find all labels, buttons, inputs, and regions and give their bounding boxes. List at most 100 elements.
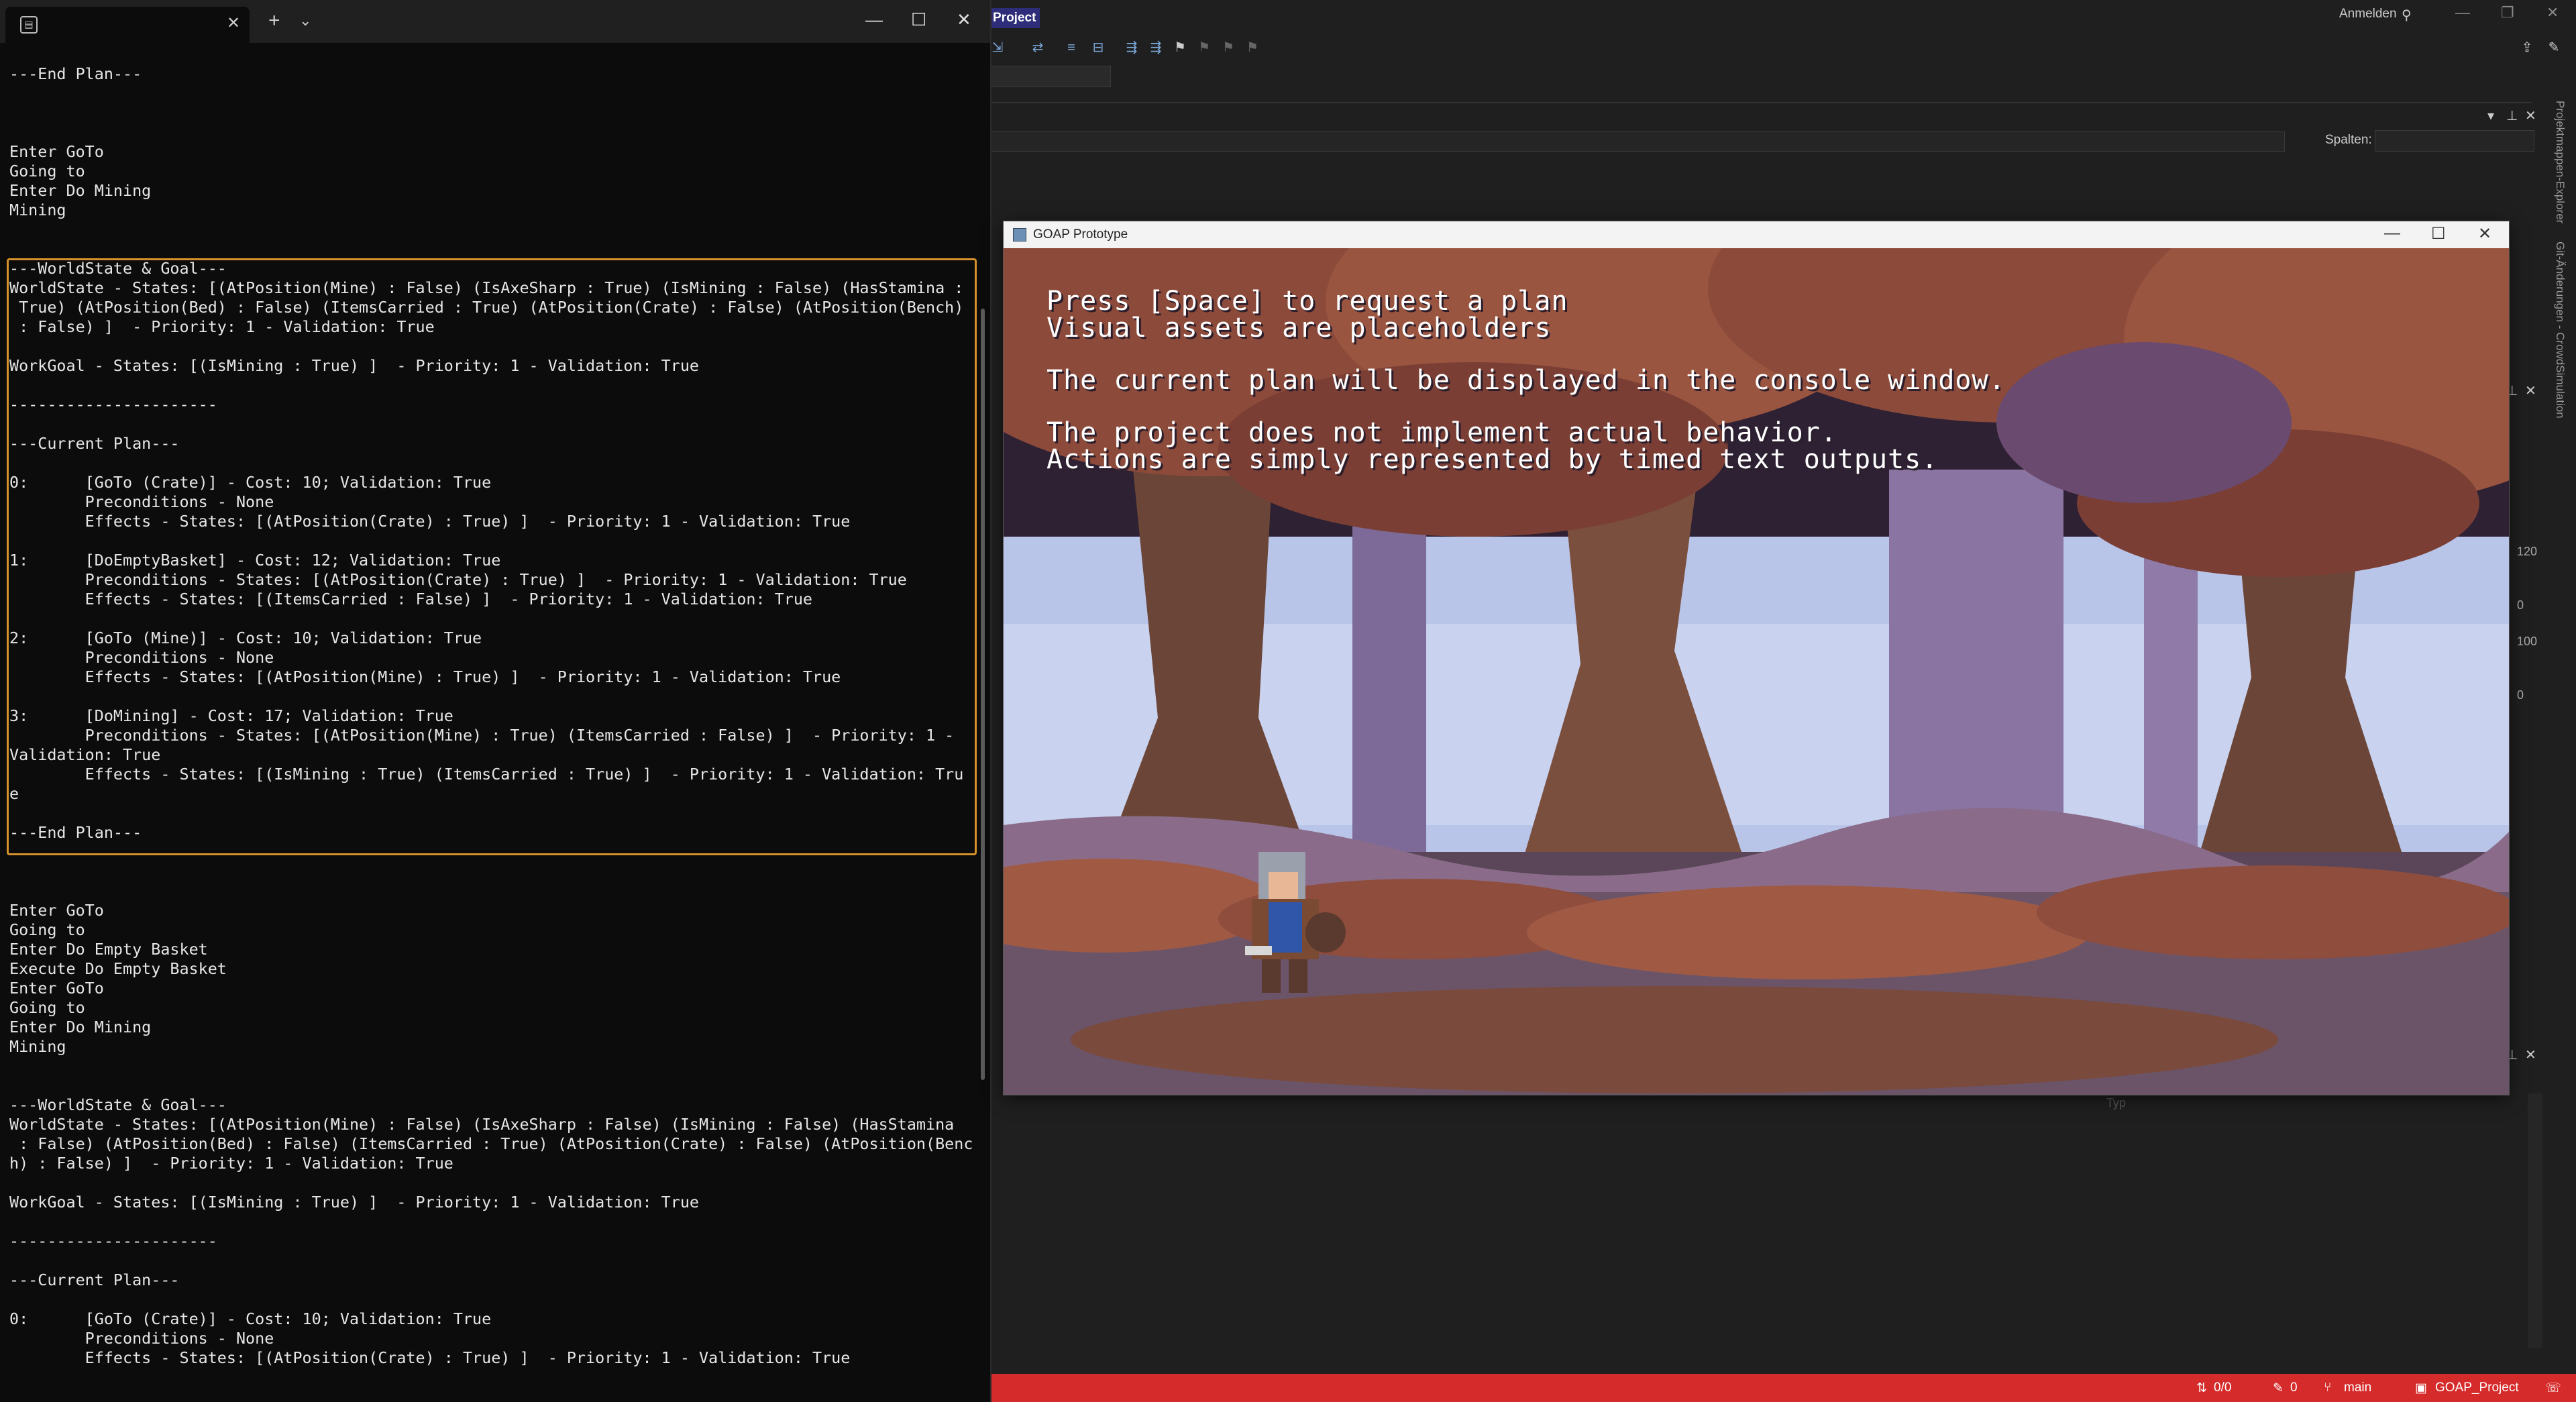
console-line: Preconditions - States: [(AtPosition(Min…: [9, 726, 955, 745]
console-line: WorldState - States: [(AtPosition(Mine) …: [9, 278, 964, 297]
console-line: ---End Plan---: [9, 823, 142, 842]
terminal-maximize-button[interactable]: ☐: [911, 9, 926, 30]
ide-restore-button[interactable]: ❐: [2501, 4, 2514, 21]
panel2-close-icon[interactable]: ✕: [2525, 382, 2536, 399]
ide-close-button[interactable]: ✕: [2546, 4, 2559, 21]
bookmark-prev-icon[interactable]: ⚑: [1195, 39, 1213, 56]
console-line: ---Current Plan---: [9, 434, 180, 453]
share-icon[interactable]: ⇪: [2518, 39, 2536, 56]
console-line: Preconditions - None: [9, 492, 274, 511]
game-close-button[interactable]: ✕: [2478, 224, 2491, 244]
config-dropdown[interactable]: [989, 66, 1111, 87]
bookmark-clear-icon[interactable]: ⚑: [1244, 39, 1261, 56]
console-line: 1: [DoEmptyBasket] - Cost: 12; Validatio…: [9, 551, 501, 570]
repo-icon[interactable]: ▣: [2415, 1381, 2427, 1396]
console-line: True) (AtPosition(Bed) : False) (ItemsCa…: [9, 298, 964, 317]
panel-close-icon[interactable]: ✕: [2525, 107, 2536, 124]
columns-label: Spalten:: [2325, 133, 2372, 147]
game-maximize-button[interactable]: ☐: [2431, 224, 2446, 244]
uncomment-icon[interactable]: ⇶: [1147, 39, 1165, 56]
game-minimize-button[interactable]: —: [2384, 224, 2400, 243]
console-line: 3: [DoMining] - Cost: 17; Validation: Tr…: [9, 706, 453, 725]
ide-toolbar: ⇲ ⇄ ≡ ⊟ ⇶ ⇶ ⚑ ⚑ ⚑ ⚑ ⇪ ✎: [989, 35, 2576, 62]
console-line: Execute Do Empty Basket: [9, 959, 227, 978]
editor-nav-bar[interactable]: [989, 131, 2285, 152]
panel3-close-icon[interactable]: ✕: [2525, 1046, 2536, 1063]
divider: [989, 102, 2532, 103]
branch-icon[interactable]: ⑂: [2324, 1381, 2331, 1395]
new-tab-plus-icon[interactable]: +: [268, 11, 280, 31]
account-icon[interactable]: ⚲: [2402, 7, 2412, 23]
edits-count[interactable]: 0: [2290, 1381, 2298, 1395]
panel-pin-icon[interactable]: ⊥: [2506, 107, 2518, 124]
console-line: WorkGoal - States: [(IsMining : True) ] …: [9, 356, 700, 375]
terminal-close-button[interactable]: ✕: [957, 9, 971, 30]
side-tab-git-changes[interactable]: Git-Änderungen - CrowdSimulation: [2549, 241, 2567, 443]
edit-icon[interactable]: ✎: [2273, 1381, 2284, 1396]
console-line: Enter GoTo: [9, 142, 104, 161]
project-name[interactable]: GOAP_Project: [2435, 1381, 2519, 1395]
changes-icon[interactable]: ⇅: [2196, 1381, 2207, 1396]
changes-count[interactable]: 0/0: [2214, 1381, 2231, 1395]
console-line: : False) (AtPosition(Bed) : False) (Item…: [9, 1134, 973, 1153]
console-line: Effects - States: [(AtPosition(Mine) : T…: [9, 667, 841, 686]
console-line: WorldState - States: [(AtPosition(Mine) …: [9, 1115, 955, 1134]
console-line: ---Current Plan---: [9, 1271, 180, 1289]
output-scrollbar[interactable]: [2528, 1093, 2542, 1348]
terminal-minimize-button[interactable]: —: [865, 9, 883, 30]
console-line: Effects - States: [(AtPosition(Crate) : …: [9, 1348, 851, 1367]
comment-icon[interactable]: ⇶: [1123, 39, 1140, 56]
console-line: 0: [GoTo (Crate)] - Cost: 10; Validation…: [9, 473, 492, 492]
axis-value: 100: [2517, 635, 2538, 648]
feedback-icon[interactable]: ✎: [2545, 39, 2563, 56]
align-icon[interactable]: ≡: [1063, 39, 1080, 56]
console-line: Enter GoTo: [9, 901, 104, 920]
terminal-tab-bar: ▤ ✕ + ⌄ — ☐ ✕: [0, 0, 990, 43]
chevron-down-icon[interactable]: ⌄: [299, 12, 311, 30]
bookmark-icon[interactable]: ⚑: [1171, 39, 1189, 56]
tab-close-icon[interactable]: ✕: [227, 13, 240, 33]
console-line: Going to: [9, 162, 85, 180]
panel-dropdown-icon[interactable]: ▾: [2487, 107, 2494, 124]
console-line: Validation: True: [9, 745, 161, 764]
columns-dropdown[interactable]: [2375, 130, 2534, 152]
console-line: : False) ] - Priority: 1 - Validation: T…: [9, 317, 435, 336]
format-icon[interactable]: ⇄: [1029, 39, 1046, 56]
console-line: ----------------------: [9, 395, 217, 414]
console-line: h) : False) ] - Priority: 1 - Validation…: [9, 1154, 453, 1173]
console-line: Preconditions - None: [9, 648, 274, 667]
game-scene[interactable]: Press [Space] to request a plan Visual a…: [1004, 248, 2509, 1095]
console-line: 2: [GoTo (Mine)] - Cost: 10; Validation:…: [9, 629, 482, 647]
console-line: ---End Plan---: [9, 64, 142, 83]
branch-name[interactable]: main: [2344, 1381, 2371, 1395]
project-chip[interactable]: Project: [989, 8, 1040, 28]
ide-minimize-button[interactable]: —: [2455, 4, 2470, 21]
console-line: Effects - States: [(ItemsCarried : False…: [9, 590, 812, 608]
console-line: ---WorldState & Goal---: [9, 259, 227, 278]
notification-icon[interactable]: ☏: [2545, 1381, 2561, 1396]
bookmark-next-icon[interactable]: ⚑: [1220, 39, 1237, 56]
indent-icon[interactable]: ⊟: [1089, 39, 1107, 56]
console-line: Preconditions - None: [9, 1329, 274, 1348]
signin-link[interactable]: Anmelden: [2339, 7, 2397, 21]
status-bar: ⇅ 0/0 ✎ 0 ⑂ main ▣ GOAP_Project ☏: [989, 1374, 2576, 1402]
terminal-scrollbar[interactable]: [981, 309, 985, 1080]
terminal-tab[interactable]: ▤ ✕: [5, 7, 250, 43]
console-output[interactable]: ---End Plan--- Enter GoTo Going to Enter D…: [9, 64, 975, 1399]
instruction-line-2: Visual assets are placeholders: [1046, 313, 1552, 343]
terminal-window: ▤ ✕ + ⌄ — ☐ ✕ ---End Plan--- Enter GoTo G…: [0, 0, 991, 1402]
console-line: Effects - States: [(IsMining : True) (It…: [9, 765, 964, 784]
